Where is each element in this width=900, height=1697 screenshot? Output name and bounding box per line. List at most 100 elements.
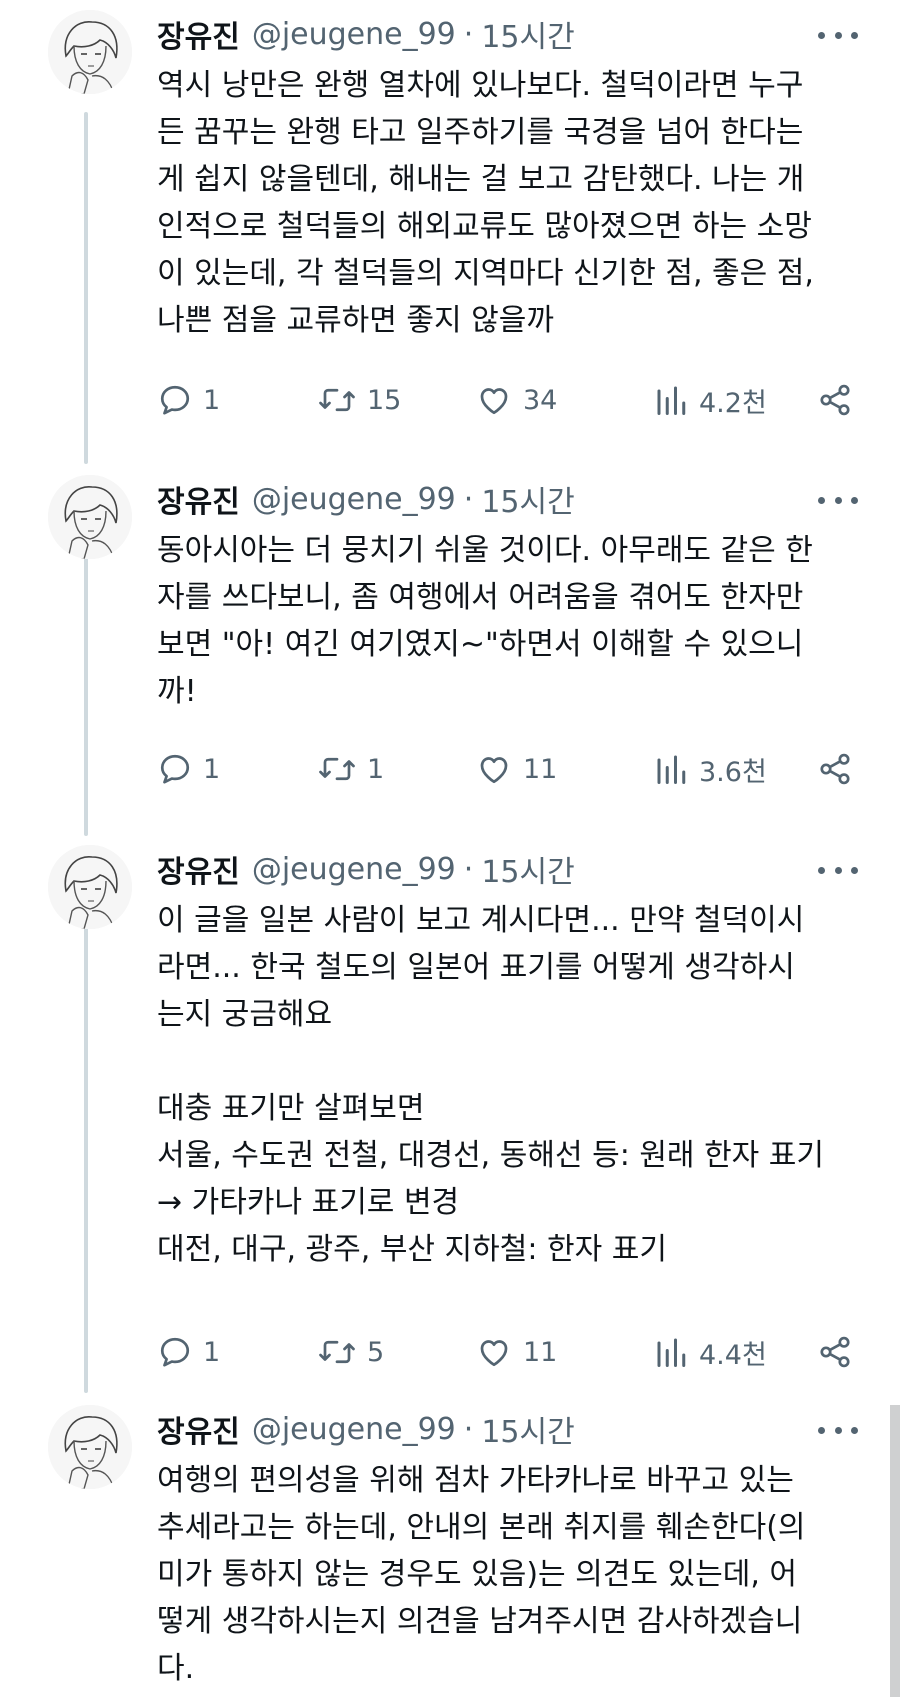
- tweet-text-line: 이 글을 일본 사람이 보고 계시다면... 만약 철덕이시: [157, 903, 805, 938]
- timestamp[interactable]: 15시간: [481, 477, 574, 521]
- tweet-text: 여행의 편의성을 위해 점차 가타카나로 바꾸고 있는 추세라고는 하는데, 안…: [157, 1457, 877, 1692]
- tweet-text: 역시 낭만은 완행 열차에 있나보다. 철덕이라면 누구 든 꿈꾸는 완행 타고…: [157, 62, 877, 344]
- tweet-text-line: 미가 통하지 않는 경우도 있음)는 의견도 있는데, 어: [157, 1557, 797, 1592]
- avatar[interactable]: [48, 845, 132, 929]
- like-button[interactable]: 11: [475, 747, 557, 791]
- reply-icon: [160, 754, 190, 784]
- view-count: 4.4천: [699, 1339, 767, 1371]
- tweet[interactable]: 장유진 @jeugene_99 · 15시간 역시 낭만은 완행 열차에 있나보…: [0, 0, 900, 470]
- reply-count: 1: [203, 384, 221, 416]
- share-icon: [820, 384, 850, 416]
- timestamp[interactable]: 15시간: [481, 847, 574, 891]
- tweet-text-line: 라면... 한국 철도의 일본어 표기를 어떻게 생각하시: [157, 950, 795, 985]
- tweet[interactable]: 장유진 @jeugene_99 · 15시간 이 글을 일본 사람이 보고 계시…: [0, 835, 900, 1395]
- reply-button[interactable]: 1: [157, 1330, 220, 1374]
- heart-icon: [480, 388, 508, 415]
- author-name[interactable]: 장유진: [157, 12, 240, 56]
- retweet-count: 15: [367, 384, 402, 416]
- tweet-text-line: 나쁜 점을 교류하면 좋지 않을까: [157, 303, 554, 338]
- heart-icon: [480, 757, 508, 784]
- retweet-button[interactable]: 5: [317, 1330, 384, 1374]
- tweet-text-line: 떻게 생각하시는지 의견을 남겨주시면 감사하겠습니: [157, 1604, 803, 1639]
- views-icon: [657, 1338, 686, 1367]
- reply-count: 1: [203, 753, 221, 785]
- separator-dot: ·: [463, 16, 474, 52]
- author-handle[interactable]: @jeugene_99: [252, 1412, 456, 1447]
- heart-icon: [480, 1340, 508, 1367]
- tweet-text-line: 역시 낭만은 완행 열차에 있나보다. 철덕이라면 누구: [157, 68, 804, 103]
- reply-button[interactable]: 1: [157, 378, 220, 422]
- share-icon: [820, 1336, 850, 1368]
- like-count: 34: [523, 384, 558, 416]
- avatar[interactable]: [48, 10, 132, 94]
- views-button[interactable]: 3.6천: [653, 747, 767, 791]
- tweet-text-line: 게 쉽지 않을텐데, 해내는 걸 보고 감탄했다. 나는 개: [157, 162, 805, 197]
- share-button[interactable]: [817, 378, 853, 422]
- tweet-text-line: 여행의 편의성을 위해 점차 가타카나로 바꾸고 있는: [157, 1463, 794, 1498]
- timestamp[interactable]: 15시간: [481, 12, 574, 56]
- retweet-button[interactable]: 1: [317, 747, 384, 791]
- tweet-text-line: 보면 "아! 여긴 여기였지~"하면서 이해할 수 있으니: [157, 627, 804, 662]
- views-icon: [657, 755, 686, 784]
- like-button[interactable]: 11: [475, 1330, 557, 1374]
- author-name[interactable]: 장유진: [157, 1407, 240, 1451]
- author-handle[interactable]: @jeugene_99: [252, 482, 456, 517]
- view-count: 4.2천: [699, 387, 767, 419]
- share-button[interactable]: [817, 1330, 853, 1374]
- tweet-text-line: → 가타카나 표기로 변경: [157, 1185, 460, 1220]
- view-count: 3.6천: [699, 756, 767, 788]
- retweet-count: 1: [367, 753, 385, 785]
- separator-dot: ·: [463, 851, 474, 887]
- like-button[interactable]: 34: [475, 378, 557, 422]
- tweet-text-line: 든 꿈꾸는 완행 타고 일주하기를 국경을 넘어 한다는: [157, 115, 804, 150]
- reply-icon: [160, 385, 190, 415]
- reply-icon: [160, 1337, 190, 1367]
- retweet-count: 5: [367, 1336, 385, 1368]
- like-count: 11: [523, 753, 558, 785]
- action-bar: 1 1 11 3.6천: [157, 747, 877, 791]
- author-handle[interactable]: @jeugene_99: [252, 17, 456, 52]
- tweet-text: 이 글을 일본 사람이 보고 계시다면... 만약 철덕이시 라면... 한국 …: [157, 897, 877, 1273]
- tweet-text: 동아시아는 더 뭉치기 쉬울 것이다. 아무래도 같은 한 자를 쓰다보니, 좀…: [157, 527, 877, 715]
- views-button[interactable]: 4.2천: [653, 378, 767, 422]
- tweet-text-line: 대충 표기만 살펴보면: [157, 1091, 425, 1126]
- retweet-button[interactable]: 15: [317, 378, 401, 422]
- more-options-icon[interactable]: [818, 1423, 858, 1437]
- views-icon: [657, 386, 686, 415]
- avatar[interactable]: [48, 1405, 132, 1489]
- retweet-icon: [319, 388, 355, 412]
- tweet-text-line: [157, 1038, 877, 1085]
- separator-dot: ·: [463, 481, 474, 517]
- author-handle[interactable]: @jeugene_99: [252, 852, 456, 887]
- action-bar: 1 5 11 4.4천: [157, 1330, 877, 1374]
- tweet-text-line: 자를 쓰다보니, 좀 여행에서 어려움을 겪어도 한자만: [157, 580, 804, 615]
- avatar[interactable]: [48, 475, 132, 559]
- tweet-text-line: 추세라고는 하는데, 안내의 본래 취지를 훼손한다(의: [157, 1510, 806, 1545]
- tweet-text-line: 까!: [157, 674, 197, 709]
- tweet-text-line: 이 있는데, 각 철덕들의 지역마다 신기한 점, 좋은 점,: [157, 256, 814, 291]
- retweet-icon: [319, 757, 355, 781]
- more-options-icon[interactable]: [818, 28, 858, 42]
- author-name[interactable]: 장유진: [157, 477, 240, 521]
- tweet-text-line: 다.: [157, 1651, 195, 1686]
- like-count: 11: [523, 1336, 558, 1368]
- reply-button[interactable]: 1: [157, 747, 220, 791]
- tweet-text-line: 서울, 수도권 전철, 대경선, 동해선 등: 원래 한자 표기: [157, 1138, 825, 1173]
- tweet-text-line: 는지 궁금해요: [157, 997, 333, 1032]
- tweet[interactable]: 장유진 @jeugene_99 · 15시간 여행의 편의성을 위해 점차 가타…: [0, 1395, 900, 1697]
- retweet-icon: [319, 1340, 355, 1364]
- author-name[interactable]: 장유진: [157, 847, 240, 891]
- share-icon: [820, 753, 850, 785]
- action-bar: 1 15 34 4.2천: [157, 378, 877, 422]
- more-options-icon[interactable]: [818, 863, 858, 877]
- timestamp[interactable]: 15시간: [481, 1407, 574, 1451]
- scrollbar[interactable]: [890, 1405, 900, 1697]
- views-button[interactable]: 4.4천: [653, 1330, 767, 1374]
- share-button[interactable]: [817, 747, 853, 791]
- tweet[interactable]: 장유진 @jeugene_99 · 15시간 동아시아는 더 뭉치기 쉬울 것이…: [0, 465, 900, 835]
- separator-dot: ·: [463, 1411, 474, 1447]
- reply-count: 1: [203, 1336, 221, 1368]
- tweet-text-line: 동아시아는 더 뭉치기 쉬울 것이다. 아무래도 같은 한: [157, 533, 813, 568]
- tweet-text-line: 인적으로 철덕들의 해외교류도 많아졌으면 하는 소망: [157, 209, 812, 244]
- more-options-icon[interactable]: [818, 493, 858, 507]
